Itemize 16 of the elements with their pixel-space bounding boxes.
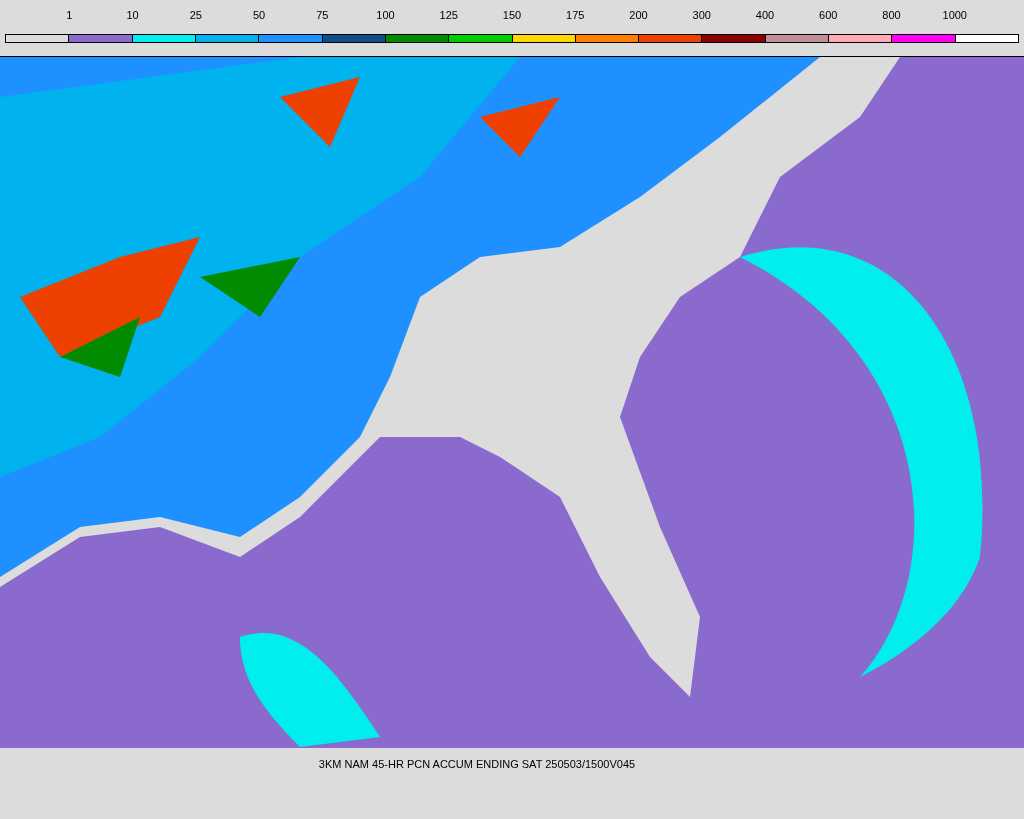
legend-label: 300 — [692, 8, 711, 22]
legend-label: 175 — [566, 8, 585, 22]
legend-label: 1000 — [942, 8, 967, 22]
legend-label: 1 — [66, 8, 73, 22]
legend-label: 800 — [882, 8, 901, 22]
map-caption: 3KM NAM 45-HR PCN ACCUM ENDING SAT 250503/1500V045 — [318, 757, 636, 772]
legend-label: 150 — [502, 8, 522, 22]
legend-label: 75 — [316, 8, 329, 22]
legend-label: 600 — [819, 8, 838, 22]
legend-label: 400 — [755, 8, 775, 22]
legend-label: 10 — [126, 8, 139, 22]
legend-label: 200 — [629, 8, 648, 22]
legend-label: 25 — [189, 8, 202, 22]
legend-label: 50 — [252, 8, 266, 22]
legend-label: 125 — [439, 8, 458, 22]
legend-label: 100 — [376, 8, 395, 22]
